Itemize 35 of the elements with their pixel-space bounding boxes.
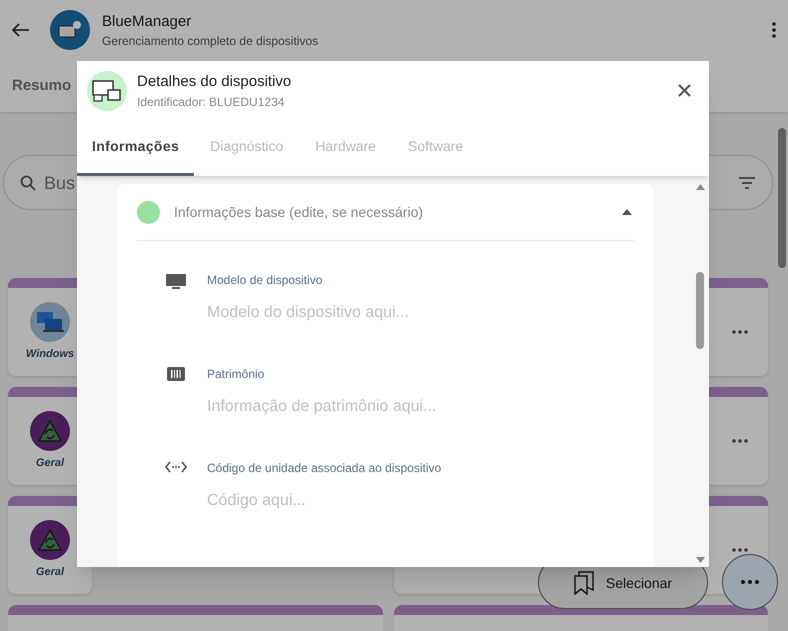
dialog-title: Detalhes do dispositivo: [137, 72, 292, 92]
more-horizontal-icon: [741, 580, 759, 584]
input-field[interactable]: Modelo do dispositivo aqui...: [207, 301, 607, 325]
input-field[interactable]: Informação de patrimônio aqui...: [207, 395, 607, 419]
code-arrows-icon: [165, 461, 187, 473]
computers-icon: [30, 302, 70, 342]
dialog-subtitle: Identificador: BLUEDU1234: [137, 94, 286, 110]
scrollbar-thumb[interactable]: [778, 128, 786, 268]
app-logo: [50, 10, 90, 50]
back-arrow-icon[interactable]: [12, 23, 30, 37]
scroll-up-arrow-icon[interactable]: [696, 184, 704, 190]
field-label: Modelo de dispositivo: [207, 272, 324, 289]
field-label: Código de unidade associada ao dispositivo: [207, 460, 442, 477]
bookmarks-icon: [574, 570, 594, 594]
field-label: Patrimônio: [207, 366, 266, 383]
device-type-label: Geral: [36, 564, 64, 580]
monitor-icon: [165, 273, 187, 291]
more-horizontal-icon[interactable]: [732, 439, 748, 443]
filter-icon[interactable]: [738, 176, 756, 188]
device-type-label: Windows: [26, 346, 74, 362]
device-type-label: Geral: [36, 456, 64, 471]
scroll-down-arrow-icon[interactable]: [696, 557, 704, 563]
more-horizontal-icon[interactable]: [732, 548, 748, 552]
close-icon[interactable]: [678, 84, 691, 97]
app-subtitle: Gerenciamento completo de dispositivos: [102, 33, 318, 50]
search-icon: [20, 174, 36, 190]
more-horizontal-icon[interactable]: [732, 330, 748, 334]
barcode-icon: [167, 367, 185, 381]
input-field[interactable]: Código aqui...: [207, 489, 607, 513]
more-vertical-icon[interactable]: [772, 22, 776, 38]
devices-icon: [87, 70, 127, 110]
nav-tab[interactable]: Resumo: [12, 74, 72, 98]
app-title: BlueManager: [102, 12, 192, 32]
scrollbar-thumb[interactable]: [696, 272, 704, 349]
section-title: Informações base (edite, se necessário): [174, 202, 424, 222]
